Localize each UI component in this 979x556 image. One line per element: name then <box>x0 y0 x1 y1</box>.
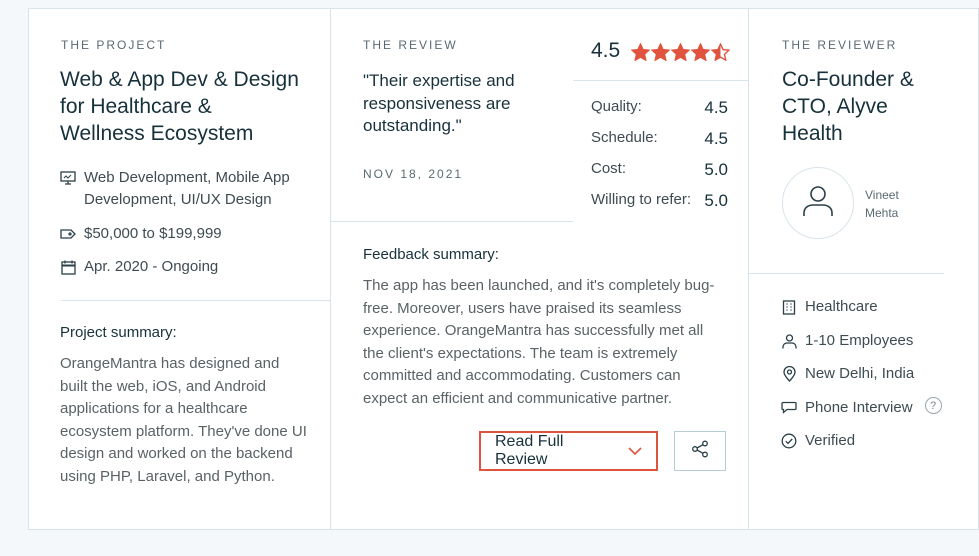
interview-text: Phone Interview <box>805 399 913 416</box>
review-quote: "Their expertise and responsiveness are … <box>363 71 515 135</box>
reviewer-last-name: Mehta <box>865 206 899 220</box>
read-full-review-button[interactable]: Read Full Review <box>479 431 658 471</box>
reviewer-verified: Verified <box>781 430 855 452</box>
review-card: THE PROJECT Web & App Dev & Design for H… <box>28 8 979 530</box>
location-text: New Delhi, India <box>805 365 915 382</box>
share-icon <box>691 440 709 463</box>
chevron-down-icon <box>628 442 642 460</box>
review-divider <box>331 221 573 222</box>
company-size-text: 1-10 Employees <box>805 332 914 349</box>
score-value: 4.5 <box>704 129 728 148</box>
project-title-line: Wellness Ecosystem <box>60 122 254 145</box>
feedback-summary-label: Feedback summary: <box>363 246 499 263</box>
project-divider <box>61 300 330 301</box>
reviewer-eyebrow: THE REVIEWER <box>782 38 898 52</box>
score-row: Schedule: 4.5 <box>591 129 728 149</box>
project-title-line: for Healthcare & <box>60 95 212 118</box>
budget-text: $50,000 to $199,999 <box>84 225 222 242</box>
avatar <box>782 167 854 239</box>
reviewer-title-line: Health <box>782 122 843 145</box>
project-eyebrow: THE PROJECT <box>61 38 167 52</box>
project-title: Web & App Dev & Design for Healthcare & … <box>60 66 320 147</box>
score-label: Willing to refer: <box>591 191 692 208</box>
review-eyebrow: THE REVIEW <box>363 38 458 52</box>
overall-rating: 4.5 <box>591 39 621 62</box>
person-icon <box>781 330 797 352</box>
reviewer-name: Vineet Mehta <box>865 186 899 222</box>
score-value: 5.0 <box>704 191 728 210</box>
reviewer-title-line: CTO, Alyve <box>782 95 888 118</box>
reviewer-interview: Phone Interview ? <box>781 397 942 419</box>
score-label: Schedule: <box>591 129 658 146</box>
reviewer-location: New Delhi, India <box>781 363 914 385</box>
user-icon <box>800 183 836 224</box>
reviewer-divider <box>749 273 944 274</box>
industry-text: Healthcare <box>805 298 878 315</box>
star-full-icon <box>631 43 650 61</box>
project-summary-text: OrangeMantra has designed and built the … <box>60 355 307 485</box>
reviewer-title: Co-Founder & CTO, Alyve Health <box>782 66 952 147</box>
star-rating <box>631 43 730 61</box>
star-half-icon <box>711 43 730 61</box>
project-services: Web Development, Mobile App Development,… <box>60 167 310 211</box>
check-circle-icon <box>781 430 797 452</box>
score-label: Cost: <box>591 160 627 177</box>
project-summary-label: Project summary: <box>60 324 177 341</box>
column-divider <box>748 9 749 529</box>
rating-divider <box>573 80 748 81</box>
services-text: Web Development, Mobile App Development,… <box>84 169 290 208</box>
score-row: Cost: 5.0 <box>591 160 728 180</box>
share-button[interactable] <box>674 431 726 471</box>
reviewer-industry: Healthcare <box>781 296 878 318</box>
calendar-icon <box>60 256 76 278</box>
score-row: Quality: 4.5 <box>591 98 728 118</box>
score-label: Quality: <box>591 98 642 115</box>
location-pin-icon <box>781 363 797 385</box>
score-row: Willing to refer: 5.0 <box>591 191 728 211</box>
review-date: NOV 18, 2021 <box>363 167 464 181</box>
speech-bubble-icon <box>781 397 797 419</box>
reviewer-title-line: Co-Founder & <box>782 68 914 91</box>
project-title-line: Web & App Dev & Design <box>60 68 299 91</box>
project-budget: $50,000 to $199,999 <box>60 223 222 245</box>
project-timeline: Apr. 2020 - Ongoing <box>60 256 218 278</box>
score-value: 4.5 <box>704 98 728 117</box>
help-icon[interactable]: ? <box>924 397 942 414</box>
verified-text: Verified <box>805 432 856 449</box>
reviewer-first-name: Vineet <box>865 188 899 202</box>
star-full-icon <box>691 43 710 61</box>
monitor-icon <box>60 167 76 189</box>
star-full-icon <box>671 43 690 61</box>
timeline-text: Apr. 2020 - Ongoing <box>84 258 219 275</box>
column-divider <box>330 9 331 529</box>
building-icon <box>781 296 797 318</box>
feedback-summary-text: The app has been launched, and it's comp… <box>363 277 715 407</box>
read-full-review-label: Read Full Review <box>495 433 564 468</box>
reviewer-company-size: 1-10 Employees <box>781 330 913 352</box>
price-tag-icon <box>60 223 76 245</box>
score-value: 5.0 <box>704 160 728 179</box>
star-full-icon <box>651 43 670 61</box>
